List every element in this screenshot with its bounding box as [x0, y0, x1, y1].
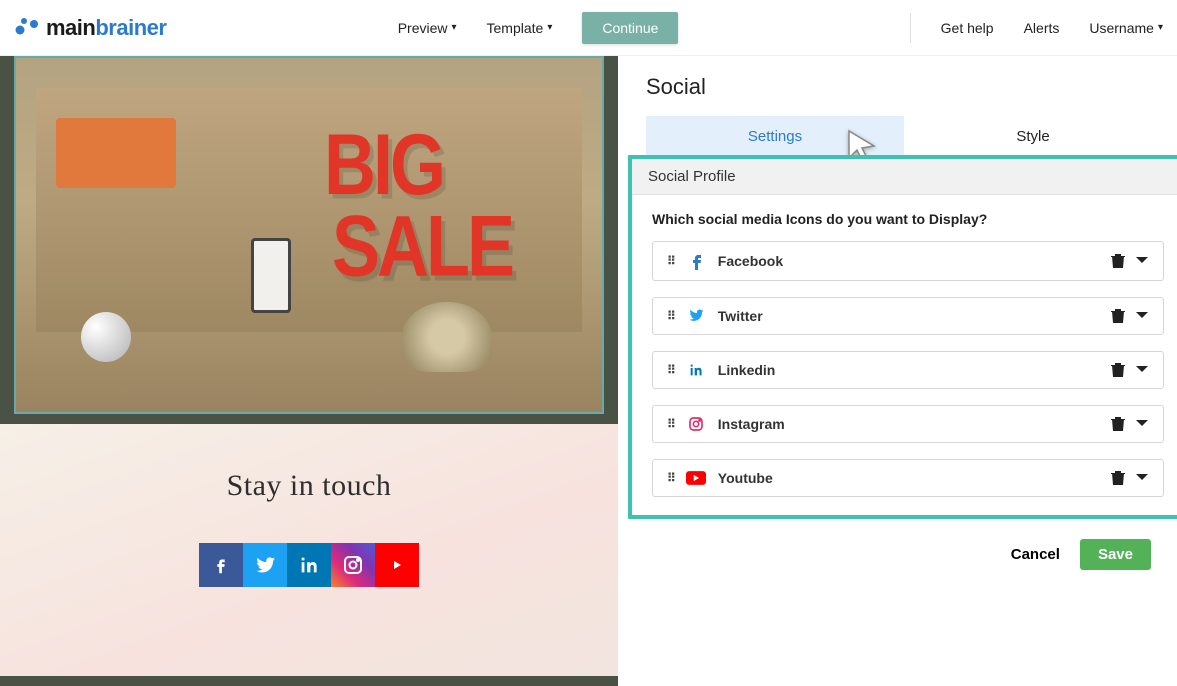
drag-handle-icon[interactable]: ⠿ [667, 254, 674, 268]
top-navbar: mainbrainer Preview▾ Template▾ Continue … [0, 0, 1177, 56]
alerts-link[interactable]: Alerts [1024, 20, 1060, 36]
chevron-down-icon: ▾ [547, 22, 552, 33]
social-profile-header: Social Profile [632, 159, 1177, 195]
drag-handle-icon[interactable]: ⠿ [667, 309, 674, 323]
youtube-icon [686, 471, 706, 485]
twitter-icon [686, 308, 706, 324]
chevron-down-icon: ▾ [451, 22, 456, 33]
tab-style[interactable]: Style [904, 116, 1162, 157]
panel-title: Social [646, 74, 1177, 100]
big-sale-text: BIG SALE [324, 124, 512, 288]
footer-block: Stay in touch [0, 424, 618, 676]
save-button[interactable]: Save [1080, 539, 1151, 570]
brand-logo[interactable]: mainbrainer [14, 15, 166, 41]
social-item-instagram[interactable]: ⠿ Instagram [652, 405, 1164, 443]
drag-handle-icon[interactable]: ⠿ [667, 417, 674, 431]
panel-footer-actions: Cancel Save [646, 539, 1151, 570]
chevron-down-icon[interactable] [1135, 473, 1149, 483]
tab-settings[interactable]: Settings [646, 116, 904, 157]
drag-handle-icon[interactable]: ⠿ [667, 363, 674, 377]
blanket-prop [56, 118, 176, 188]
social-item-label: Youtube [718, 470, 773, 486]
chevron-down-icon: ▾ [1158, 22, 1163, 33]
gethelp-link[interactable]: Get help [941, 20, 994, 36]
vase-prop [81, 312, 131, 362]
cancel-button[interactable]: Cancel [1011, 546, 1060, 563]
social-item-label: Twitter [718, 308, 763, 324]
stay-in-touch-heading: Stay in touch [0, 469, 618, 503]
trash-icon[interactable] [1111, 416, 1125, 432]
nav-center: Preview▾ Template▾ Continue [398, 12, 679, 44]
preview-menu[interactable]: Preview▾ [398, 20, 457, 36]
instagram-icon[interactable] [331, 543, 375, 587]
social-item-label: Linkedin [718, 362, 776, 378]
hero-image[interactable]: BIG SALE [14, 56, 604, 414]
lantern-prop [251, 238, 291, 313]
brand-text: mainbrainer [46, 15, 166, 41]
facebook-icon [686, 252, 706, 270]
chevron-down-icon[interactable] [1135, 365, 1149, 375]
nav-right: Get help Alerts Username▾ [910, 13, 1163, 43]
facebook-icon[interactable] [199, 543, 243, 587]
youtube-icon[interactable] [375, 543, 419, 587]
linkedin-icon [686, 362, 706, 378]
trash-icon[interactable] [1111, 470, 1125, 486]
settings-panel: Social Settings Style Social Profile Whi… [618, 56, 1177, 686]
continue-button[interactable]: Continue [582, 12, 678, 44]
social-item-facebook[interactable]: ⠿ Facebook [652, 241, 1164, 281]
username-menu[interactable]: Username▾ [1089, 20, 1163, 36]
instagram-icon [686, 416, 706, 432]
chevron-down-icon[interactable] [1135, 419, 1149, 429]
template-menu[interactable]: Template▾ [487, 20, 553, 36]
twitter-icon[interactable] [243, 543, 287, 587]
trash-icon[interactable] [1111, 253, 1125, 269]
trash-icon[interactable] [1111, 362, 1125, 378]
social-item-label: Instagram [718, 416, 785, 432]
chevron-down-icon[interactable] [1135, 256, 1149, 266]
social-item-twitter[interactable]: ⠿ Twitter [652, 297, 1164, 335]
flowers-prop [402, 302, 492, 372]
chevron-down-icon[interactable] [1135, 311, 1149, 321]
drag-handle-icon[interactable]: ⠿ [667, 471, 674, 485]
trash-icon[interactable] [1111, 308, 1125, 324]
social-item-linkedin[interactable]: ⠿ Linkedin [652, 351, 1164, 389]
social-profile-section: Social Profile Which social media Icons … [628, 155, 1177, 519]
linkedin-icon[interactable] [287, 543, 331, 587]
social-item-youtube[interactable]: ⠿ Youtube [652, 459, 1164, 497]
question-label: Which social media Icons do you want to … [652, 211, 1164, 227]
settings-tabs: Settings Style [646, 116, 1162, 157]
brand-dots-icon [14, 16, 40, 40]
email-preview-canvas: BIG SALE Stay in touch [0, 56, 618, 686]
social-item-label: Facebook [718, 253, 783, 269]
social-icons-row[interactable] [0, 543, 618, 587]
